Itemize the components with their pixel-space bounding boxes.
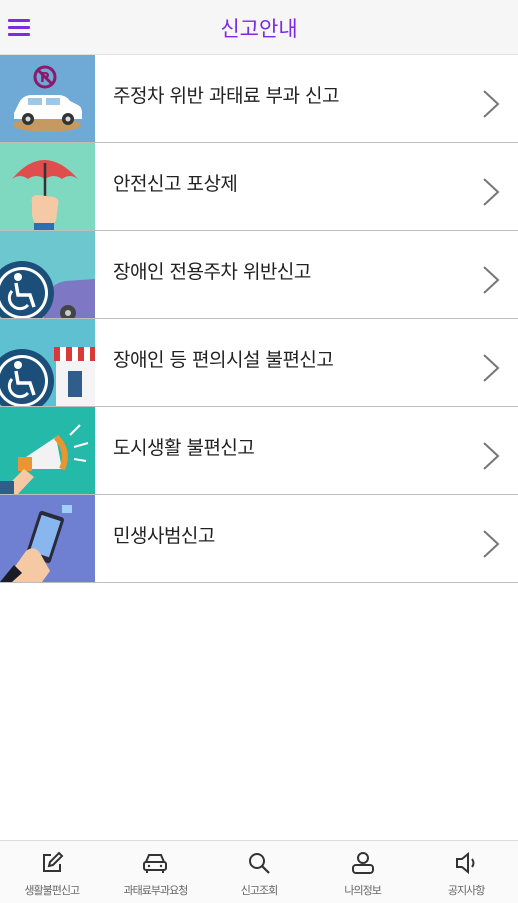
no-parking-car-illustration: P (0, 55, 95, 142)
list-item-label: 주정차 위반 과태료 부과 신고 (113, 85, 339, 107)
chevron-right-icon (483, 354, 500, 382)
tab-fine-request[interactable]: 과태료부과요청 (104, 841, 208, 903)
chevron-right-icon (483, 442, 500, 470)
tab-label: 생활불편신고 (24, 884, 80, 897)
list-item-disabled-parking-violation[interactable]: 장애인 전용주차 위반신고 (0, 231, 518, 319)
tab-label: 나의정보 (344, 884, 381, 897)
list-item-label: 안전신고 포상제 (113, 173, 238, 195)
list-item-label: 장애인 전용주차 위반신고 (113, 261, 311, 283)
car-icon (143, 854, 168, 873)
list-item-label: 민생사범신고 (113, 525, 215, 547)
chevron-right-icon (483, 178, 500, 206)
hand-holding-umbrella-illustration (0, 143, 95, 230)
speaker-icon (456, 851, 475, 875)
list-item-label: 도시생활 불편신고 (113, 437, 255, 459)
tab-report-lookup[interactable]: 신고조회 (207, 841, 311, 903)
chevron-right-icon (483, 266, 500, 294)
search-icon (248, 853, 270, 874)
app-header: 신고안내 (0, 0, 518, 55)
list-item-safety-report-reward[interactable]: 안전신고 포상제 (0, 143, 518, 231)
list-item-label: 장애인 등 편의시설 불편신고 (113, 349, 334, 371)
list-item-parking-violation[interactable]: P 주정차 위반 과태료 부과 신고 (0, 55, 518, 143)
page-title: 신고안내 (220, 17, 298, 41)
chevron-right-icon (483, 530, 500, 558)
wheelchair-parking-car-illustration (0, 231, 95, 318)
bottom-tab-bar: 생활불편신고 과태료부과요청 신고조회 나의정보 공지사항 (0, 840, 518, 903)
tab-my-info[interactable]: 나의정보 (311, 841, 415, 903)
tab-notices[interactable]: 공지사항 (414, 841, 518, 903)
list-item-convenience-facility-complaint[interactable]: 장애인 등 편의시설 불편신고 (0, 319, 518, 407)
user-icon (351, 852, 374, 874)
tab-label: 공지사항 (447, 884, 485, 897)
tab-label: 신고조회 (240, 884, 278, 897)
list-item-public-crime-report[interactable]: 민생사범신고 (0, 495, 518, 583)
tab-label: 과태료부과요청 (123, 884, 188, 897)
wheelchair-store-illustration (0, 319, 95, 406)
hand-smartphone-illustration (0, 495, 95, 582)
edit-icon (42, 851, 64, 872)
chevron-right-icon (483, 90, 500, 118)
report-menu-list: P 주정차 위반 과태료 부과 신고 안전신고 포상제 (0, 55, 518, 583)
megaphone-illustration (0, 407, 95, 494)
list-item-city-life-complaint[interactable]: 도시생활 불편신고 (0, 407, 518, 495)
tab-life-complaint-report[interactable]: 생활불편신고 (0, 841, 104, 903)
